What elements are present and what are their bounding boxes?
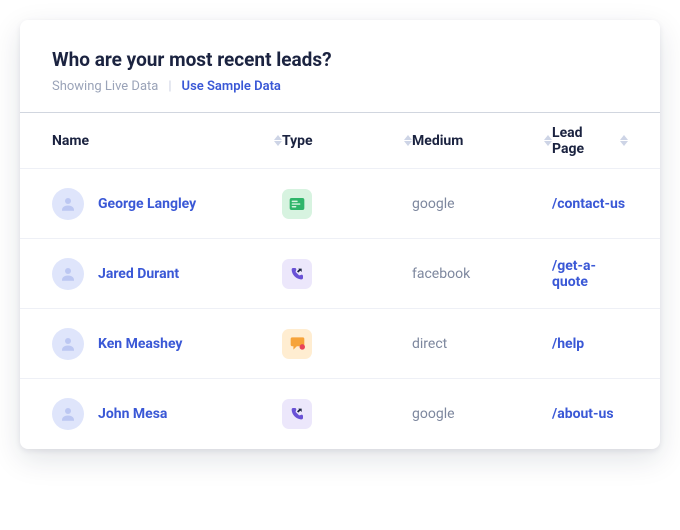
column-header-name[interactable]: Name — [52, 133, 282, 149]
column-label: Medium — [412, 133, 463, 149]
avatar — [52, 188, 84, 220]
data-source-line: Showing Live Data | Use Sample Data — [52, 79, 628, 94]
card-title: Who are your most recent leads? — [52, 48, 628, 71]
lead-page-link[interactable]: /contact-us — [552, 196, 628, 212]
name-cell: Jared Durant — [52, 258, 282, 290]
lead-name-link[interactable]: George Langley — [98, 196, 196, 212]
type-cell — [282, 189, 412, 219]
avatar — [52, 328, 84, 360]
sort-icon — [544, 135, 552, 146]
call-icon — [282, 259, 312, 289]
lead-page-link[interactable]: /get-a-quote — [552, 258, 628, 290]
medium-cell: google — [412, 196, 552, 212]
type-cell — [282, 329, 412, 359]
name-cell: George Langley — [52, 188, 282, 220]
lead-page-link[interactable]: /help — [552, 336, 628, 352]
table-row: John Mesa google/about-us — [20, 379, 660, 449]
avatar — [52, 258, 84, 290]
column-header-medium[interactable]: Medium — [412, 133, 552, 149]
table-row: Jared Durant facebook/get-a-quote — [20, 239, 660, 309]
avatar — [52, 398, 84, 430]
leads-card: Who are your most recent leads? Showing … — [20, 20, 660, 449]
divider-pipe: | — [168, 79, 171, 94]
name-cell: Ken Meashey — [52, 328, 282, 360]
sort-icon — [620, 135, 628, 146]
use-sample-data-link[interactable]: Use Sample Data — [182, 79, 281, 94]
sort-icon — [404, 135, 412, 146]
medium-cell: direct — [412, 336, 552, 352]
call-icon — [282, 399, 312, 429]
lead-name-link[interactable]: Ken Meashey — [98, 336, 182, 352]
type-cell — [282, 399, 412, 429]
table-header: Name Type Medium Lead Page — [20, 113, 660, 169]
table-body: George Langley google/contact-us Jared Dur… — [20, 169, 660, 449]
chat-icon — [282, 329, 312, 359]
lead-name-link[interactable]: Jared Durant — [98, 266, 179, 282]
medium-cell: google — [412, 406, 552, 422]
table-row: George Langley google/contact-us — [20, 169, 660, 239]
lead-page-link[interactable]: /about-us — [552, 406, 628, 422]
header-divider — [20, 112, 660, 113]
form-icon — [282, 189, 312, 219]
card-header: Who are your most recent leads? Showing … — [20, 20, 660, 112]
medium-cell: facebook — [412, 266, 552, 282]
table-row: Ken Meashey direct/help — [20, 309, 660, 379]
column-label: Name — [52, 133, 89, 149]
type-cell — [282, 259, 412, 289]
column-header-type[interactable]: Type — [282, 133, 412, 149]
column-label: Type — [282, 133, 313, 149]
column-label: Lead Page — [552, 125, 608, 157]
column-header-lead-page[interactable]: Lead Page — [552, 125, 628, 157]
sort-icon — [274, 135, 282, 146]
name-cell: John Mesa — [52, 398, 282, 430]
lead-name-link[interactable]: John Mesa — [98, 406, 167, 422]
showing-live-label: Showing Live Data — [52, 79, 158, 94]
